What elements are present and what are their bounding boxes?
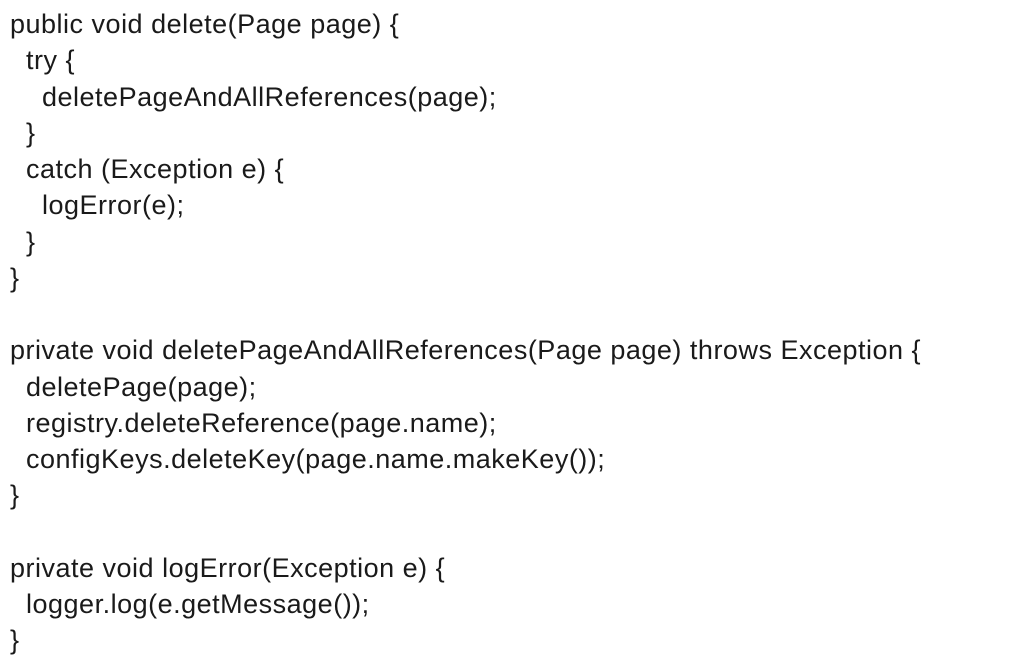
code-line: public void delete(Page page) { (10, 9, 400, 39)
code-line: private void logError(Exception e) { (10, 552, 446, 583)
code-line: configKeys.deleteKey(page.name.makeKey()… (10, 444, 606, 474)
code-line: } (10, 226, 36, 257)
code-line: logError(e); (10, 190, 185, 221)
code-block: public void delete(Page page) { try { de… (10, 6, 921, 659)
code-line: } (10, 117, 36, 148)
code-line: registry.deleteReference(page.name); (10, 407, 497, 438)
code-line: catch (Exception e) { (10, 154, 285, 184)
code-line: } (10, 625, 20, 656)
code-line: deletePage(page); (10, 371, 257, 402)
code-line: try { (10, 45, 76, 76)
code-line: deletePageAndAllReferences(page); (10, 81, 497, 112)
code-line: private void deletePageAndAllReferences(… (10, 335, 922, 366)
code-line: logger.log(e.getMessage()); (10, 589, 370, 619)
code-line: } (10, 262, 20, 293)
code-line: } (10, 480, 20, 511)
